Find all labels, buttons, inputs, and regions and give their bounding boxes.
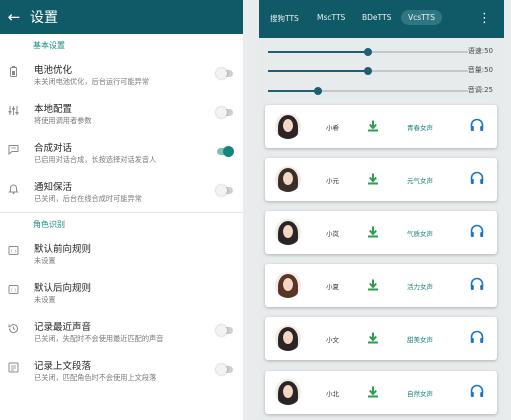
setting-dialog-synthesis[interactable]: 合成对话 已启用对话合成，长按选择对话发音人 bbox=[0, 134, 243, 173]
setting-subtitle: 已关闭，匹配角色时不会使用上文段落 bbox=[34, 373, 157, 382]
arrow-back-icon[interactable]: ← bbox=[0, 8, 28, 26]
rule-icon: ( ) bbox=[7, 283, 20, 296]
headphones-icon[interactable] bbox=[469, 223, 485, 239]
setting-default-backward-rule[interactable]: ( ) 默认后向规则 未设置 bbox=[0, 274, 243, 313]
previous-paragraph-toggle[interactable] bbox=[216, 364, 233, 375]
volume-slider[interactable]: 音量:50 bbox=[268, 64, 493, 78]
setting-subtitle: 已启用对话合成，长按选择对话发音人 bbox=[34, 155, 157, 164]
voice-name: 小岚 bbox=[326, 230, 339, 238]
setting-subtitle: 将使用调用者参数 bbox=[34, 116, 92, 125]
setting-subtitle: 已关闭，失配时不会使用最近匹配的声音 bbox=[34, 334, 164, 343]
more-vert-icon[interactable]: ⋮ bbox=[478, 11, 491, 26]
setting-record-previous-paragraph[interactable]: 记录上文段落 已关闭，匹配角色时不会使用上文段落 bbox=[0, 352, 243, 391]
voice-name: 小元 bbox=[326, 177, 339, 185]
avatar bbox=[275, 219, 301, 245]
voice-type: 元气女声 bbox=[407, 177, 433, 185]
settings-panel: ← 设置 基本设置 电池优化 未关闭电池优化，后台运行可能异常 本地配置 将使用… bbox=[0, 0, 243, 420]
download-icon[interactable] bbox=[366, 224, 380, 238]
setting-title: 通知保活 bbox=[34, 182, 73, 193]
tts-tab-bar: 搜狗TTS MscTTS BDeTTS VcsTTS ⋮ bbox=[259, 0, 504, 38]
headphones-icon[interactable] bbox=[469, 383, 485, 399]
battery-icon bbox=[7, 65, 20, 78]
setting-title: 合成对话 bbox=[34, 143, 73, 154]
setting-default-forward-rule[interactable]: ( ) 默认前向规则 未设置 bbox=[0, 235, 243, 274]
speed-slider[interactable]: 语速:50 bbox=[268, 45, 493, 59]
local-config-toggle[interactable] bbox=[216, 107, 233, 118]
setting-subtitle: 未设置 bbox=[34, 295, 56, 304]
setting-local-config[interactable]: 本地配置 将使用调用者参数 bbox=[0, 95, 243, 134]
setting-battery-optimization[interactable]: 电池优化 未关闭电池优化，后台运行可能异常 bbox=[0, 56, 243, 95]
setting-subtitle: 未设置 bbox=[34, 256, 56, 265]
rule-icon: ( ) bbox=[7, 244, 20, 257]
voice-type: 青春女声 bbox=[407, 124, 433, 132]
avatar bbox=[275, 379, 301, 405]
setting-title: 电池优化 bbox=[34, 65, 73, 76]
voice-type: 气质女声 bbox=[407, 230, 433, 238]
setting-title: 本地配置 bbox=[34, 104, 73, 115]
setting-subtitle: 已关闭，后台在线合成时可能异常 bbox=[34, 194, 142, 203]
pitch-slider[interactable]: 音调:25 bbox=[268, 84, 493, 98]
tts-panel: 搜狗TTS MscTTS BDeTTS VcsTTS ⋮ 语速:50 音量:50… bbox=[259, 0, 504, 420]
setting-title: 记录上文段落 bbox=[34, 361, 92, 372]
speed-label: 语速:50 bbox=[467, 47, 493, 55]
setting-title: 记录最近声音 bbox=[34, 322, 92, 333]
headphones-icon[interactable] bbox=[469, 117, 485, 133]
svg-text:( ): ( ) bbox=[11, 288, 16, 294]
volume-label: 音量:50 bbox=[467, 66, 493, 74]
voice-name: 小夏 bbox=[326, 283, 339, 291]
voice-type: 甜美女声 bbox=[407, 336, 433, 344]
setting-notification-keepalive[interactable]: 通知保活 已关闭，后台在线合成时可能异常 bbox=[0, 173, 243, 212]
battery-toggle[interactable] bbox=[216, 68, 233, 79]
equalizer-icon bbox=[7, 104, 20, 117]
page-title: 设置 bbox=[30, 10, 58, 26]
voice-card[interactable]: 小希 青春女声 bbox=[265, 105, 497, 148]
headphones-icon[interactable] bbox=[469, 276, 485, 292]
setting-title: 默认前向规则 bbox=[34, 244, 92, 255]
slider-thumb[interactable] bbox=[364, 48, 372, 56]
dialog-synthesis-toggle[interactable] bbox=[217, 146, 234, 157]
avatar bbox=[275, 325, 301, 351]
setting-record-recent-voice[interactable]: 记录最近声音 已关闭，失配时不会使用最近匹配的声音 bbox=[0, 313, 243, 352]
settings-app-bar: ← 设置 bbox=[0, 0, 243, 34]
voice-name: 小文 bbox=[326, 336, 339, 344]
chat-icon bbox=[7, 143, 20, 156]
voice-card[interactable]: 小文 甜美女声 bbox=[265, 317, 497, 360]
tab-bde-tts[interactable]: BDeTTS bbox=[362, 13, 391, 22]
download-icon[interactable] bbox=[366, 118, 380, 132]
slider-thumb[interactable] bbox=[364, 67, 372, 75]
notification-toggle[interactable] bbox=[216, 185, 233, 196]
section-header-role: 角色识别 bbox=[33, 219, 65, 229]
pitch-label: 音调:25 bbox=[467, 86, 493, 94]
download-icon[interactable] bbox=[366, 384, 380, 398]
avatar bbox=[275, 272, 301, 298]
svg-text:( ): ( ) bbox=[11, 249, 16, 255]
download-icon[interactable] bbox=[366, 277, 380, 291]
voice-type: 活力女声 bbox=[407, 283, 433, 291]
voice-card[interactable]: 小北 自然女声 bbox=[265, 371, 497, 414]
bell-icon bbox=[7, 182, 20, 195]
setting-title: 默认后向规则 bbox=[34, 283, 92, 294]
tab-msc-tts[interactable]: MscTTS bbox=[317, 13, 345, 22]
headphones-icon[interactable] bbox=[469, 329, 485, 345]
paragraph-icon bbox=[7, 361, 20, 374]
download-icon[interactable] bbox=[366, 330, 380, 344]
headphones-icon[interactable] bbox=[469, 170, 485, 186]
avatar bbox=[275, 166, 301, 192]
slider-thumb[interactable] bbox=[314, 87, 322, 95]
avatar bbox=[275, 113, 301, 139]
recent-voice-toggle[interactable] bbox=[216, 325, 233, 336]
tab-vcs-tts[interactable]: VcsTTS bbox=[401, 10, 442, 25]
section-header-basic: 基本设置 bbox=[33, 40, 65, 50]
voice-card[interactable]: 小夏 活力女声 bbox=[265, 264, 497, 307]
setting-subtitle: 未关闭电池优化，后台运行可能异常 bbox=[34, 77, 150, 86]
history-icon bbox=[7, 322, 20, 335]
voice-card[interactable]: 小元 元气女声 bbox=[265, 158, 497, 201]
voice-card[interactable]: 小岚 气质女声 bbox=[265, 211, 497, 254]
voice-type: 自然女声 bbox=[407, 390, 433, 398]
tab-sogou-tts[interactable]: 搜狗TTS bbox=[270, 13, 299, 24]
voice-name: 小北 bbox=[326, 390, 339, 398]
voice-name: 小希 bbox=[326, 124, 339, 132]
download-icon[interactable] bbox=[366, 171, 380, 185]
